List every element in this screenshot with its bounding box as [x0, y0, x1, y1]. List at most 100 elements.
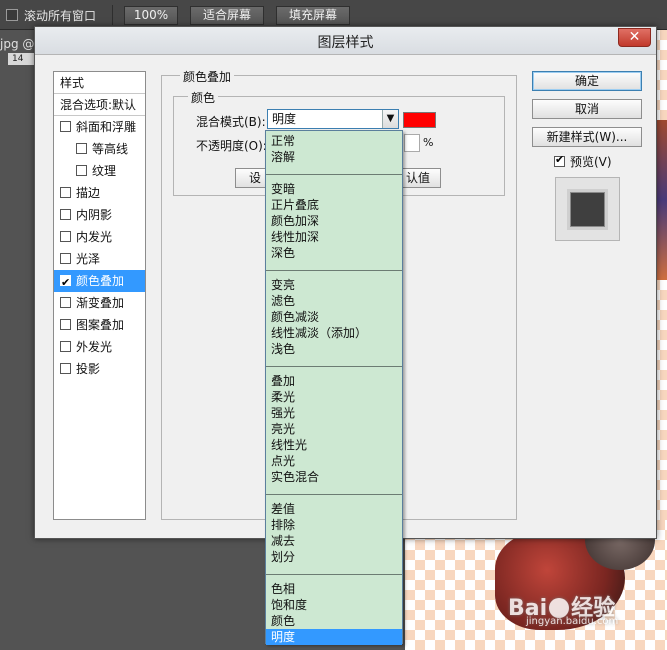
style-item[interactable]: 光泽: [54, 248, 145, 270]
style-item[interactable]: 渐变叠加: [54, 292, 145, 314]
blend-mode-value: 明度: [272, 112, 297, 126]
style-item-checkbox[interactable]: [60, 253, 71, 264]
blend-mode-dropdown-list: 正常 溶解变暗 正片叠底 颜色加深 线性加深 深色变亮 滤色 颜色减淡 线性减淡（添加） 浅色叠加…: [265, 130, 403, 645]
style-item[interactable]: 投影: [54, 358, 145, 380]
blend-mode-option[interactable]: 变亮: [266, 277, 402, 293]
preview-checkbox-row[interactable]: 预览(V): [554, 153, 612, 170]
blend-mode-option[interactable]: 颜色减淡: [266, 309, 402, 325]
style-item[interactable]: 内阴影: [54, 204, 145, 226]
style-item[interactable]: 纹理: [54, 160, 145, 182]
ok-button[interactable]: 确定: [532, 71, 642, 91]
style-item-checkbox[interactable]: [60, 319, 71, 330]
preview-label: 预览(V): [570, 155, 612, 169]
opacity-input[interactable]: [404, 134, 420, 152]
style-item[interactable]: 外发光: [54, 336, 145, 358]
blend-mode-option[interactable]: 点光: [266, 453, 402, 469]
scroll-all-windows-label: 滚动所有窗口: [24, 9, 97, 23]
new-style-button[interactable]: 新建样式(W)...: [532, 127, 642, 147]
blend-mode-option[interactable]: 叠加: [266, 373, 402, 389]
blend-mode-option[interactable]: 柔光: [266, 389, 402, 405]
blend-mode-option[interactable]: 变暗: [266, 181, 402, 197]
style-item[interactable]: 内发光: [54, 226, 145, 248]
blend-mode-option[interactable]: 亮光: [266, 421, 402, 437]
dialog-titlebar[interactable]: 图层样式 ✕: [35, 27, 656, 55]
blend-mode-option[interactable]: 颜色: [266, 613, 402, 629]
style-item[interactable]: 描边: [54, 182, 145, 204]
blend-mode-option[interactable]: 排除: [266, 517, 402, 533]
fit-screen-button[interactable]: 适合屏幕: [190, 6, 264, 25]
style-item-checkbox[interactable]: [60, 272, 71, 294]
style-item[interactable]: 斜面和浮雕: [54, 116, 145, 138]
baidu-watermark: Bai 经验 jingyan.baidu.com: [508, 590, 618, 627]
blend-mode-option[interactable]: 正常: [266, 133, 402, 149]
blend-mode-label: 混合模式(B):: [196, 115, 266, 129]
style-preview-swatch: [570, 192, 605, 227]
dropdown-separator: [266, 574, 402, 575]
style-item-label: 描边: [76, 186, 101, 200]
blend-mode-option[interactable]: 溶解: [266, 149, 402, 165]
style-item-checkbox[interactable]: [76, 143, 87, 154]
style-item-checkbox[interactable]: [60, 187, 71, 198]
blend-mode-option[interactable]: 色相: [266, 581, 402, 597]
opacity-label: 不透明度(O):: [196, 139, 267, 153]
dropdown-separator: [266, 270, 402, 271]
style-item-checkbox[interactable]: [60, 297, 71, 308]
blend-mode-option[interactable]: 实色混合: [266, 469, 402, 485]
options-separator: [112, 5, 113, 25]
blend-mode-option[interactable]: 滤色: [266, 293, 402, 309]
blend-mode-option[interactable]: 饱和度: [266, 597, 402, 613]
style-item-label: 投影: [76, 362, 101, 376]
style-item-label: 内发光: [76, 230, 113, 244]
blend-mode-option[interactable]: 线性加深: [266, 229, 402, 245]
blend-mode-option[interactable]: 颜色加深: [266, 213, 402, 229]
style-item-label: 斜面和浮雕: [76, 120, 137, 134]
blend-options-item[interactable]: 混合选项:默认: [54, 94, 145, 116]
style-item-checkbox[interactable]: [76, 165, 87, 176]
fill-screen-button[interactable]: 填充屏幕: [276, 6, 350, 25]
close-button[interactable]: ✕: [618, 28, 651, 47]
dialog-title: 图层样式: [317, 35, 374, 51]
dropdown-separator: [266, 174, 402, 175]
style-item-label: 纹理: [92, 164, 117, 178]
style-item-checkbox[interactable]: [60, 121, 71, 132]
blend-mode-option[interactable]: 划分: [266, 549, 402, 565]
style-item-checkbox[interactable]: [60, 209, 71, 220]
overlay-color-swatch[interactable]: [403, 112, 436, 128]
dropdown-separator: [266, 366, 402, 367]
style-item-checkbox[interactable]: [60, 363, 71, 374]
color-subgroup-title: 颜色: [188, 89, 219, 106]
scroll-all-windows-checkbox[interactable]: [6, 9, 18, 21]
styles-panel: 样式 混合选项:默认 斜面和浮雕等高线纹理描边内阴影内发光光泽颜色叠加渐变叠加图…: [53, 71, 146, 520]
blend-mode-option[interactable]: 明度: [266, 629, 402, 645]
style-item-label: 图案叠加: [76, 318, 125, 332]
blend-mode-option[interactable]: 深色: [266, 245, 402, 261]
color-overlay-group-title: 颜色叠加: [180, 68, 235, 85]
chevron-down-icon[interactable]: ▼: [382, 110, 398, 128]
blend-mode-option[interactable]: 线性减淡（添加）: [266, 325, 402, 341]
zoom-100-button[interactable]: 100%: [124, 6, 178, 25]
style-item-label: 光泽: [76, 252, 101, 266]
opacity-unit: %: [423, 136, 434, 149]
styles-header[interactable]: 样式: [54, 72, 145, 94]
document-tab[interactable]: jpg @: [0, 37, 34, 51]
style-item-checkbox[interactable]: [60, 341, 71, 352]
style-item-label: 渐变叠加: [76, 296, 125, 310]
blend-mode-option[interactable]: 差值: [266, 501, 402, 517]
cancel-button[interactable]: 取消: [532, 99, 642, 119]
dropdown-separator: [266, 494, 402, 495]
style-item-checkbox[interactable]: [60, 231, 71, 242]
paw-icon: [549, 598, 570, 618]
style-item-label: 内阴影: [76, 208, 113, 222]
blend-mode-option[interactable]: 减去: [266, 533, 402, 549]
blend-mode-option[interactable]: 线性光: [266, 437, 402, 453]
preview-checkbox[interactable]: [554, 153, 565, 167]
blend-mode-option[interactable]: 强光: [266, 405, 402, 421]
blend-mode-option[interactable]: 浅色: [266, 341, 402, 357]
style-item[interactable]: 图案叠加: [54, 314, 145, 336]
style-item-label: 外发光: [76, 340, 113, 354]
blend-mode-option[interactable]: 正片叠底: [266, 197, 402, 213]
style-item[interactable]: 颜色叠加: [54, 270, 145, 294]
style-preview: [555, 177, 620, 241]
style-item[interactable]: 等高线: [54, 138, 145, 160]
blend-mode-select[interactable]: 明度 ▼: [267, 109, 399, 129]
